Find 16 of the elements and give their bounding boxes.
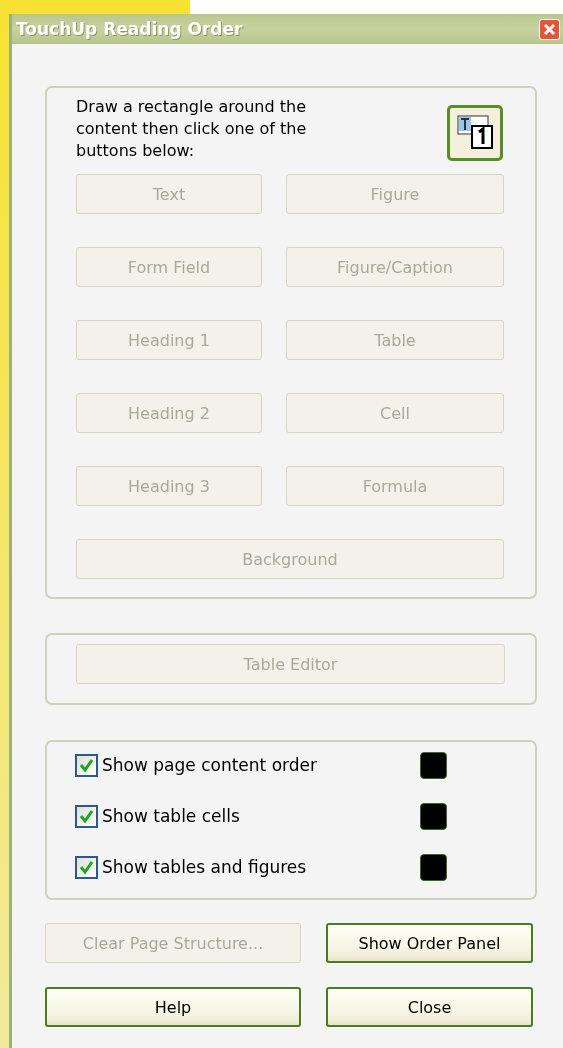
window-title: TouchUp Reading Order (16, 19, 243, 39)
color-swatch[interactable] (420, 853, 447, 881)
color-swatch[interactable] (420, 751, 447, 779)
dialog-button[interactable]: Show Order Panel (326, 923, 533, 963)
checkbox[interactable] (75, 753, 98, 777)
instruction-text: Draw a rectangle around the content then click one of the buttons below: (76, 96, 308, 162)
checkbox[interactable] (75, 855, 98, 879)
reading-order-tool-icon[interactable] (447, 105, 503, 161)
checkbox[interactable] (75, 804, 98, 828)
dialog-button[interactable]: Close (326, 987, 533, 1027)
checkbox-label: Show tables and figures (102, 857, 308, 877)
color-swatch[interactable] (420, 802, 447, 830)
dialog-button[interactable]: Help (45, 987, 301, 1027)
checkbox-label: Show table cells (102, 806, 241, 826)
checkbox-label: Show page content order (102, 755, 318, 775)
close-icon[interactable] (539, 18, 560, 40)
